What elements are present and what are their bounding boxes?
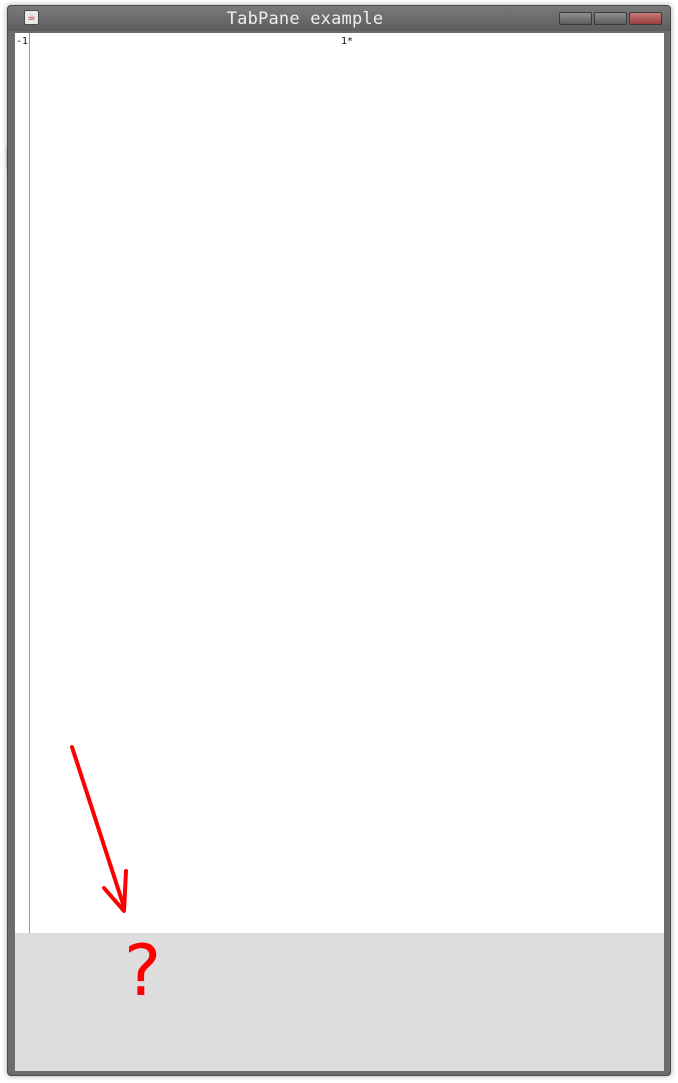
tab-marker[interactable]: 1*: [341, 36, 353, 47]
maximize-button[interactable]: [594, 12, 627, 25]
gutter-label: -1: [16, 36, 29, 47]
gutter-divider: [29, 33, 30, 933]
annotation-question-mark: ?: [124, 930, 162, 1012]
window-content: -1 1*: [15, 33, 664, 1071]
tab-content-area[interactable]: -1 1*: [15, 33, 664, 933]
close-button[interactable]: [629, 12, 662, 25]
minimize-button[interactable]: [559, 12, 592, 25]
titlebar[interactable]: ☕ TabPane example: [8, 6, 670, 31]
bottom-panel: [15, 933, 664, 1071]
window-title: TabPane example: [226, 9, 384, 29]
app-window: ☕ TabPane example -1 1*: [7, 5, 671, 1076]
